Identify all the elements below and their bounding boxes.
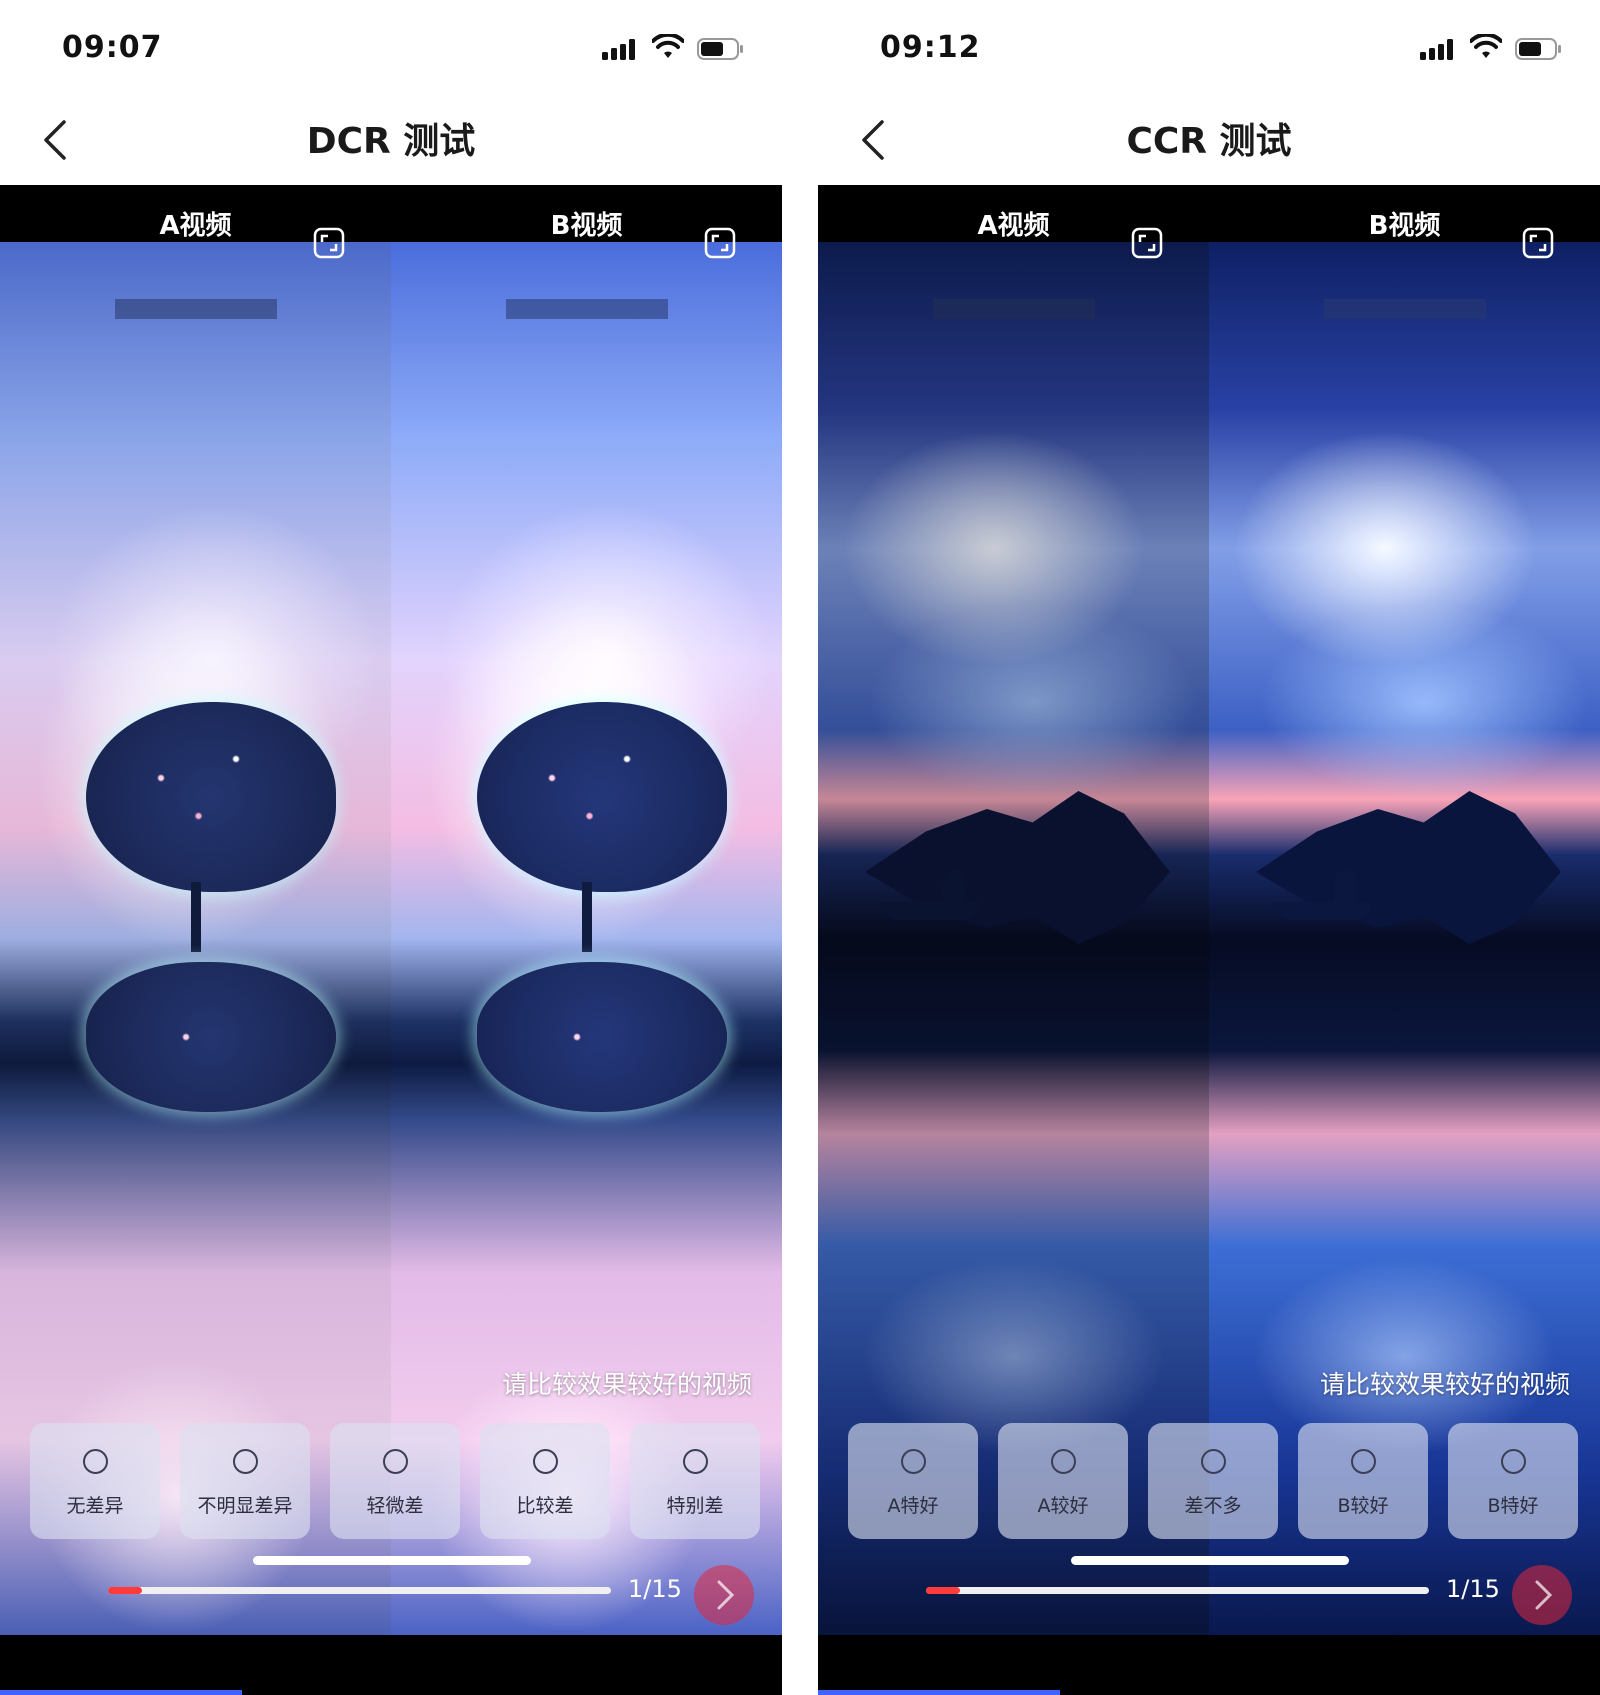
rating-option-label: 比较差	[516, 1495, 574, 1517]
rating-option-label: 特别差	[666, 1495, 724, 1517]
rating-option-label: 轻微差	[366, 1495, 424, 1517]
radio-icon	[1201, 1449, 1226, 1474]
rating-option-label: 不明显差异	[197, 1495, 293, 1517]
battery-icon	[1515, 38, 1561, 60]
signal-icon	[602, 39, 635, 60]
video-a-tab	[115, 299, 277, 319]
bottom-bar	[818, 1635, 1600, 1695]
radio-icon	[901, 1449, 926, 1474]
status-time: 09:12	[880, 30, 981, 65]
status-icons	[602, 34, 752, 64]
rating-option[interactable]: 差不多	[1148, 1423, 1278, 1539]
rating-option-label: B较好	[1337, 1495, 1389, 1517]
bottom-accent-line	[0, 1690, 242, 1695]
rating-option[interactable]: 无差异	[30, 1423, 160, 1539]
progress-fill	[926, 1587, 960, 1594]
mountain-image	[864, 791, 1170, 872]
fullscreen-icon[interactable]	[704, 227, 736, 259]
home-indicator[interactable]	[253, 1556, 531, 1565]
radio-icon	[1051, 1449, 1076, 1474]
progress-bar	[108, 1587, 611, 1594]
tree-reflection	[476, 962, 727, 1112]
rating-option[interactable]: B特好	[1448, 1423, 1578, 1539]
wifi-icon	[652, 34, 684, 58]
next-button[interactable]	[694, 1565, 754, 1625]
tree-reflection	[85, 962, 336, 1112]
rating-option-label: 差不多	[1184, 1495, 1242, 1517]
page-title: DCR 测试	[306, 121, 476, 162]
rating-options: 无差异 不明显差异 轻微差 比较差 特别差	[30, 1423, 760, 1539]
ccr-screen: 09:12 CCR 测试 A视频 B视频 请比较效果较好的视频 A特好 A较好 …	[818, 0, 1600, 1695]
status-icons	[1420, 34, 1570, 64]
radio-icon	[533, 1449, 558, 1474]
fullscreen-icon[interactable]	[1522, 227, 1554, 259]
video-compare-area: A视频 B视频 请比较效果较好的视频	[818, 185, 1600, 1635]
tree-image	[85, 702, 336, 892]
rating-option[interactable]: A较好	[998, 1423, 1128, 1539]
status-time: 09:07	[62, 30, 163, 65]
progress-bar	[926, 1587, 1429, 1594]
radio-icon	[1351, 1449, 1376, 1474]
boat-figure	[943, 870, 966, 906]
rating-option-label: A较好	[1037, 1495, 1089, 1517]
rating-option-label: B特好	[1487, 1495, 1539, 1517]
tree-image	[476, 702, 727, 892]
progress-count: 1/15	[628, 1575, 682, 1603]
instruction-text: 请比较效果较好的视频	[501, 1370, 752, 1399]
radio-icon	[83, 1449, 108, 1474]
battery-icon	[697, 38, 743, 60]
progress-count: 1/15	[1446, 1575, 1500, 1603]
instruction-text: 请比较效果较好的视频	[1319, 1370, 1570, 1399]
radio-icon	[683, 1449, 708, 1474]
progress-fill	[108, 1587, 142, 1594]
video-b-tab	[506, 299, 668, 319]
chevron-right-icon	[717, 1580, 735, 1610]
rating-option[interactable]: 轻微差	[330, 1423, 460, 1539]
rating-option[interactable]: 比较差	[480, 1423, 610, 1539]
radio-icon	[1501, 1449, 1526, 1474]
rating-option[interactable]: A特好	[848, 1423, 978, 1539]
rating-option-label: 无差异	[66, 1495, 124, 1517]
video-compare-area: A视频 B视频 请比较效果较好的视频	[0, 185, 782, 1635]
tree-trunk	[581, 882, 592, 952]
video-a-tab	[933, 299, 1095, 319]
signal-icon	[1420, 39, 1453, 60]
video-b-tab	[1324, 299, 1486, 319]
rating-option[interactable]: 不明显差异	[180, 1423, 310, 1539]
mountain-image	[1255, 791, 1561, 872]
tree-trunk	[190, 882, 201, 952]
dcr-screen: 09:07 DCR 测试 A视频 B视频 请比较效果较好的视频 无差异 不明显差…	[0, 0, 782, 1695]
bottom-accent-line	[818, 1690, 1060, 1695]
radio-icon	[383, 1449, 408, 1474]
fullscreen-icon[interactable]	[313, 227, 345, 259]
boat-figure	[1334, 870, 1357, 906]
rating-option-label: A特好	[887, 1495, 939, 1517]
page-title: CCR 测试	[1126, 121, 1292, 162]
rating-option[interactable]: 特别差	[630, 1423, 760, 1539]
fullscreen-icon[interactable]	[1131, 227, 1163, 259]
boat-image	[880, 902, 981, 920]
radio-icon	[233, 1449, 258, 1474]
bottom-bar	[0, 1635, 782, 1695]
boat-image	[1271, 902, 1372, 920]
rating-option[interactable]: B较好	[1298, 1423, 1428, 1539]
home-indicator[interactable]	[1071, 1556, 1349, 1565]
rating-options: A特好 A较好 差不多 B较好 B特好	[848, 1423, 1578, 1539]
wifi-icon	[1470, 34, 1502, 58]
chevron-right-icon	[1535, 1580, 1553, 1610]
next-button[interactable]	[1512, 1565, 1572, 1625]
